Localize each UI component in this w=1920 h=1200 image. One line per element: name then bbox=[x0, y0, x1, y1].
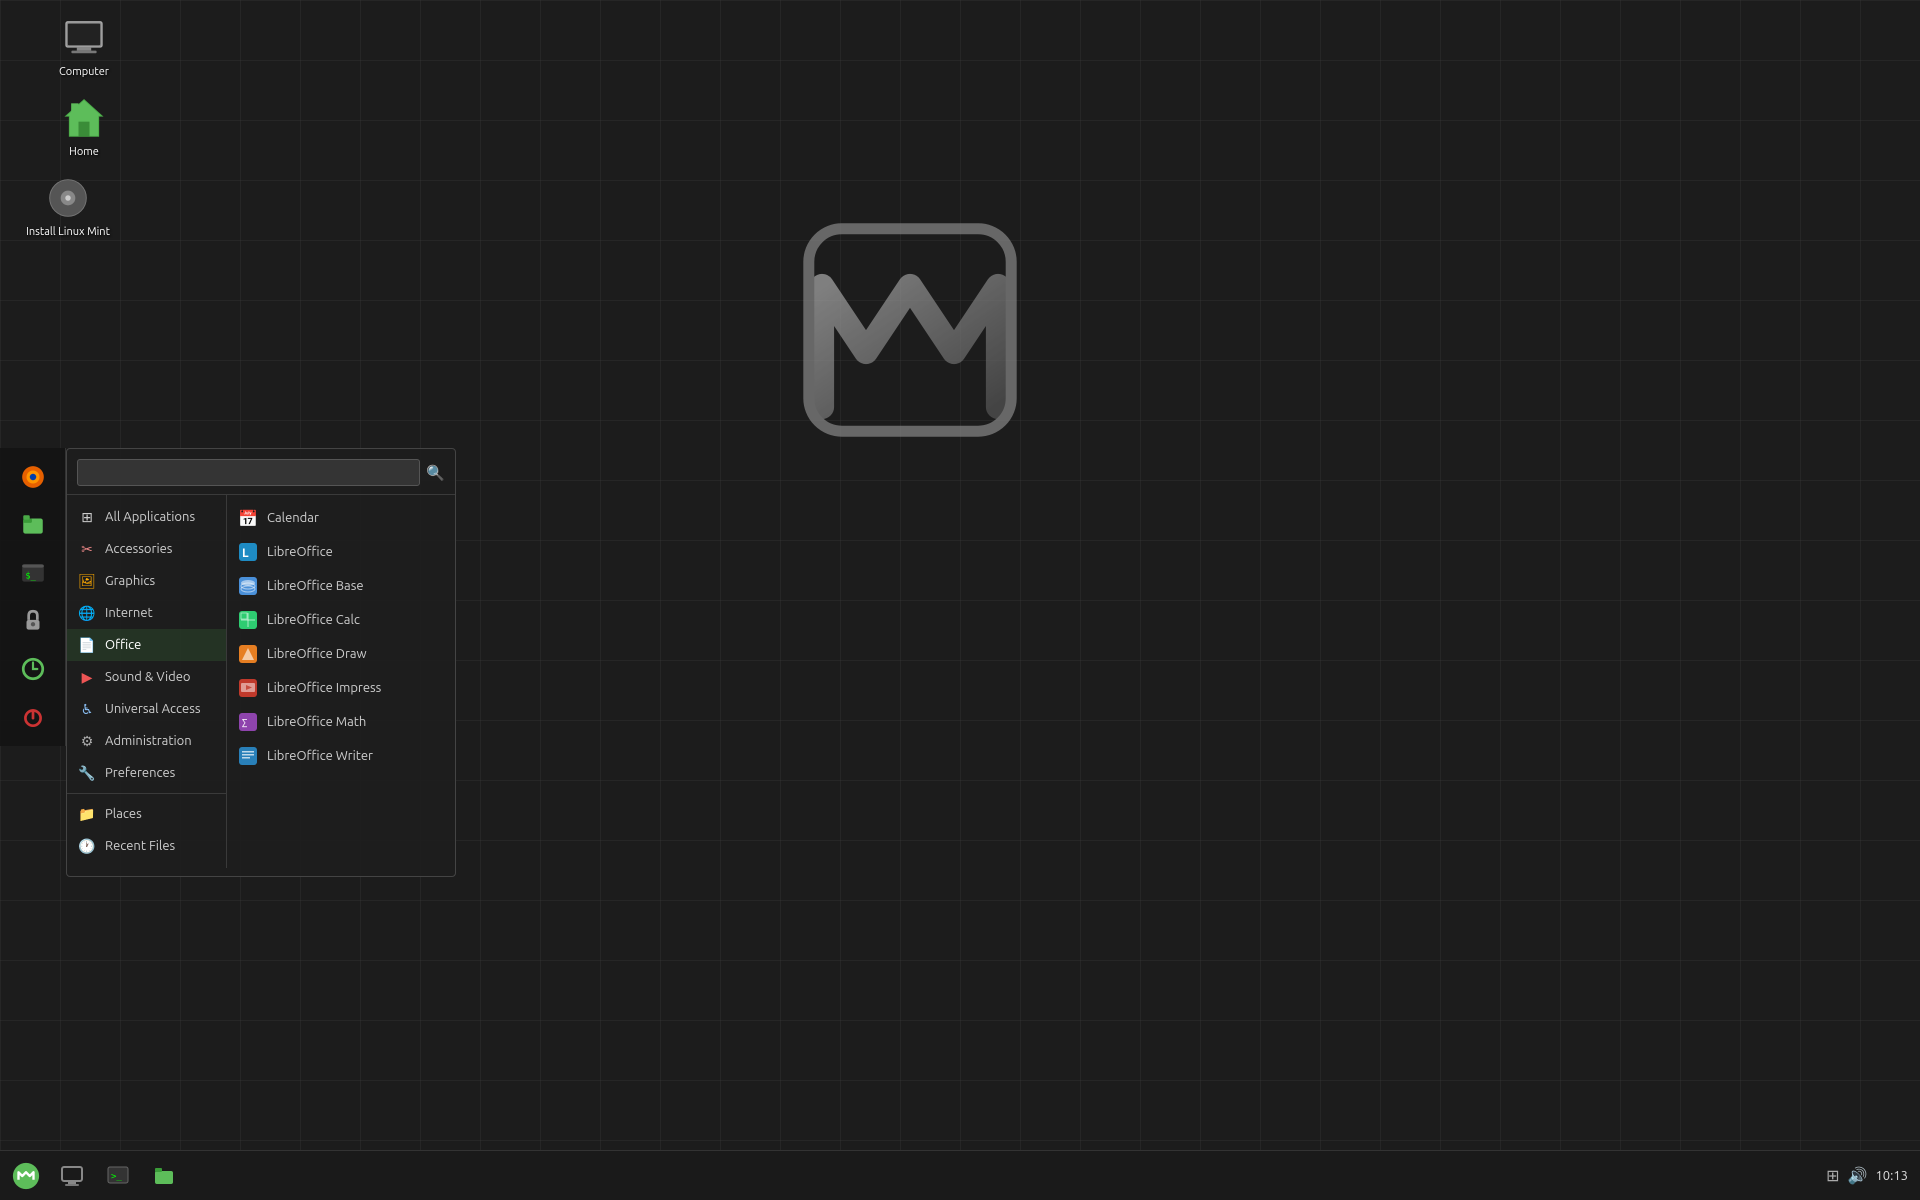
app-libreoffice-writer-label: LibreOffice Writer bbox=[267, 749, 373, 763]
accessories-icon: ✂ bbox=[77, 539, 97, 559]
app-libreoffice[interactable]: L LibreOffice bbox=[227, 535, 455, 569]
category-places[interactable]: 📁 Places bbox=[67, 798, 226, 830]
category-accessories-label: Accessories bbox=[105, 542, 172, 556]
category-graphics-label: Graphics bbox=[105, 574, 155, 588]
sound-icon: 🔊 bbox=[1848, 1166, 1868, 1185]
taskbar-files[interactable] bbox=[142, 1154, 186, 1198]
app-libreoffice-calc[interactable]: LibreOffice Calc bbox=[227, 603, 455, 637]
app-libreoffice-impress[interactable]: LibreOffice Impress bbox=[227, 671, 455, 705]
app-libreoffice-draw[interactable]: LibreOffice Draw bbox=[227, 637, 455, 671]
administration-icon: ⚙ bbox=[77, 731, 97, 751]
libreoffice-icon: L bbox=[237, 541, 259, 563]
category-graphics[interactable]: 🖼 Graphics bbox=[67, 565, 226, 597]
category-places-label: Places bbox=[105, 807, 142, 821]
home-icon-label: Home bbox=[69, 146, 99, 158]
category-preferences-label: Preferences bbox=[105, 766, 175, 780]
svg-text:$_: $_ bbox=[25, 571, 36, 581]
category-all-applications[interactable]: ⊞ All Applications bbox=[67, 501, 226, 533]
category-internet[interactable]: 🌐 Internet bbox=[67, 597, 226, 629]
svg-text:L: L bbox=[242, 547, 249, 560]
category-administration-label: Administration bbox=[105, 734, 192, 748]
mint-logo bbox=[800, 220, 1020, 440]
sidebar-icon-power[interactable] bbox=[10, 694, 56, 740]
taskbar-right: ⊞ 🔊 10:13 bbox=[1826, 1166, 1920, 1185]
libreoffice-math-icon: ∑ bbox=[237, 711, 259, 733]
office-icon: 📄 bbox=[77, 635, 97, 655]
menu-popup: 🔍 ⊞ All Applications ✂ Accessories 🖼 Gra… bbox=[66, 448, 456, 877]
sound-video-icon: ▶ bbox=[77, 667, 97, 687]
category-recent-files-label: Recent Files bbox=[105, 839, 175, 853]
category-internet-label: Internet bbox=[105, 606, 153, 620]
app-calendar-label: Calendar bbox=[267, 511, 319, 525]
taskbar: >_ ⊞ 🔊 10:13 bbox=[0, 1150, 1920, 1200]
taskbar-terminal[interactable]: >_ bbox=[96, 1154, 140, 1198]
libreoffice-impress-icon bbox=[237, 677, 259, 699]
desktop-icon-home[interactable]: Home bbox=[44, 90, 124, 162]
app-calendar[interactable]: 📅 Calendar bbox=[227, 501, 455, 535]
category-accessories[interactable]: ✂ Accessories bbox=[67, 533, 226, 565]
calendar-icon: 📅 bbox=[237, 507, 259, 529]
category-office-label: Office bbox=[105, 638, 141, 652]
app-libreoffice-calc-label: LibreOffice Calc bbox=[267, 613, 360, 627]
universal-access-icon: ♿ bbox=[77, 699, 97, 719]
app-libreoffice-writer[interactable]: LibreOffice Writer bbox=[227, 739, 455, 773]
taskbar-time: 10:13 bbox=[1875, 1169, 1908, 1183]
category-universal-access-label: Universal Access bbox=[105, 702, 200, 716]
app-libreoffice-math[interactable]: ∑ LibreOffice Math bbox=[227, 705, 455, 739]
search-input[interactable] bbox=[77, 459, 420, 486]
sidebar-icon-update[interactable] bbox=[10, 646, 56, 692]
search-button[interactable]: 🔍 bbox=[426, 464, 445, 482]
category-recent-files[interactable]: 🕐 Recent Files bbox=[67, 830, 226, 862]
app-libreoffice-math-label: LibreOffice Math bbox=[267, 715, 366, 729]
preferences-icon: 🔧 bbox=[77, 763, 97, 783]
desktop-icon-computer[interactable]: Computer bbox=[44, 10, 124, 82]
taskbar-left: >_ bbox=[0, 1154, 186, 1198]
app-libreoffice-base-label: LibreOffice Base bbox=[267, 579, 364, 593]
desktop-icon-install[interactable]: Install Linux Mint bbox=[28, 170, 108, 242]
libreoffice-base-icon bbox=[237, 575, 259, 597]
app-libreoffice-base[interactable]: LibreOffice Base bbox=[227, 569, 455, 603]
app-libreoffice-draw-label: LibreOffice Draw bbox=[267, 647, 367, 661]
category-preferences[interactable]: 🔧 Preferences bbox=[67, 757, 226, 789]
svg-text:>_: >_ bbox=[111, 1172, 122, 1182]
libreoffice-calc-icon bbox=[237, 609, 259, 631]
menu-apps: 📅 Calendar L LibreOffice bbox=[227, 495, 455, 868]
graphics-icon: 🖼 bbox=[77, 571, 97, 591]
search-bar: 🔍 bbox=[67, 449, 455, 495]
sidebar-icon-firefox[interactable] bbox=[10, 454, 56, 500]
sidebar: $_ bbox=[0, 448, 66, 746]
recent-files-icon: 🕐 bbox=[77, 836, 97, 856]
all-apps-icon: ⊞ bbox=[77, 507, 97, 527]
app-libreoffice-label: LibreOffice bbox=[267, 545, 333, 559]
taskbar-mint-menu[interactable] bbox=[4, 1154, 48, 1198]
libreoffice-writer-icon bbox=[237, 745, 259, 767]
category-universal-access[interactable]: ♿ Universal Access bbox=[67, 693, 226, 725]
computer-icon-label: Computer bbox=[59, 66, 109, 78]
internet-icon: 🌐 bbox=[77, 603, 97, 623]
category-sound-video-label: Sound & Video bbox=[105, 670, 191, 684]
sidebar-icon-terminal[interactable]: $_ bbox=[10, 550, 56, 596]
network-icon: ⊞ bbox=[1826, 1166, 1839, 1185]
svg-text:∑: ∑ bbox=[242, 717, 247, 728]
menu-content: ⊞ All Applications ✂ Accessories 🖼 Graph… bbox=[67, 495, 455, 868]
category-all-applications-label: All Applications bbox=[105, 510, 195, 524]
install-icon-label: Install Linux Mint bbox=[23, 226, 113, 238]
category-office[interactable]: 📄 Office bbox=[67, 629, 226, 661]
sidebar-icon-lock[interactable] bbox=[10, 598, 56, 644]
desktop: Computer Home Install Linux Mint bbox=[0, 0, 1920, 1200]
app-libreoffice-impress-label: LibreOffice Impress bbox=[267, 681, 381, 695]
sidebar-icon-files[interactable] bbox=[10, 502, 56, 548]
menu-categories: ⊞ All Applications ✂ Accessories 🖼 Graph… bbox=[67, 495, 227, 868]
category-administration[interactable]: ⚙ Administration bbox=[67, 725, 226, 757]
category-sound-video[interactable]: ▶ Sound & Video bbox=[67, 661, 226, 693]
libreoffice-draw-icon bbox=[237, 643, 259, 665]
places-icon: 📁 bbox=[77, 804, 97, 824]
taskbar-show-desktop[interactable] bbox=[50, 1154, 94, 1198]
